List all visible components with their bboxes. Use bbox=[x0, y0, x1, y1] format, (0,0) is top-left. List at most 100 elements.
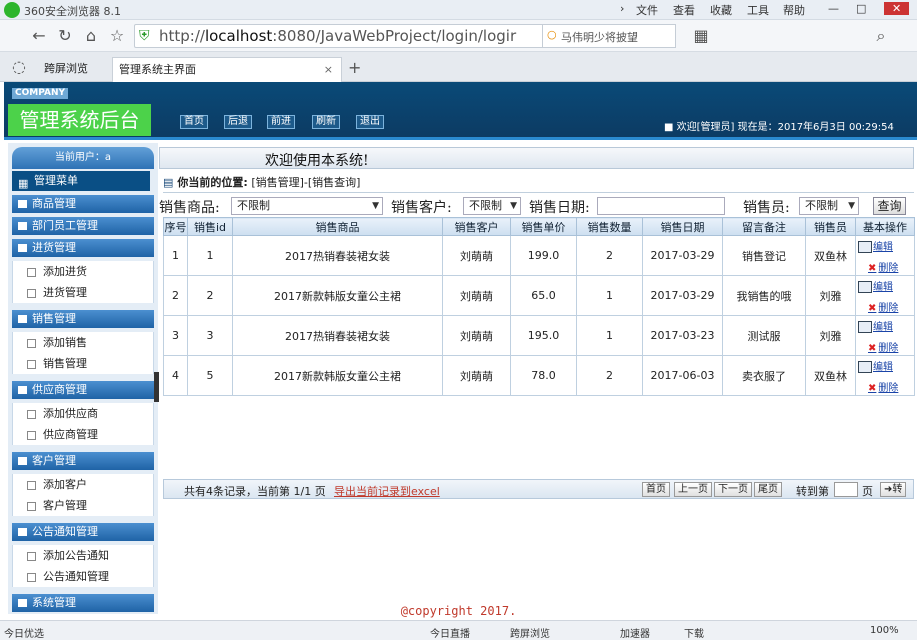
edit-link[interactable]: 编辑 bbox=[858, 238, 893, 253]
status-live[interactable]: 今日直播 bbox=[430, 625, 470, 640]
table-cell: 3 bbox=[187, 315, 233, 356]
close-window-icon[interactable]: ✕ bbox=[884, 2, 910, 15]
status-split[interactable]: 跨屏浏览 bbox=[510, 625, 550, 640]
sidebar-group[interactable]: 销售管理 bbox=[12, 310, 154, 328]
delete-icon: ✖ bbox=[868, 303, 877, 314]
url-text: http://localhost:8080/JavaWebProject/log… bbox=[159, 27, 517, 45]
tab-split-screen[interactable]: 跨屏浏览 bbox=[38, 57, 108, 82]
toolbar-back-button[interactable]: 后退 bbox=[224, 115, 252, 129]
table-row: 4 5 2017新款韩版女童公主裙 刘萌萌 78.0 2 2017-06-03 卖衣服了 双鱼林… bbox=[163, 355, 915, 396]
breadcrumb-path: [销售管理]-[销售查询] bbox=[251, 176, 361, 189]
sidebar-item[interactable]: 客户管理 bbox=[12, 495, 154, 516]
menu-favorites[interactable]: 收藏 bbox=[710, 2, 732, 18]
table-cell: 2017-03-29 bbox=[642, 275, 723, 316]
toolbar-home-button[interactable]: 首页 bbox=[180, 115, 208, 129]
search-button[interactable]: 查询 bbox=[873, 197, 906, 215]
shield-icon: ⛨ bbox=[139, 28, 150, 44]
table-cell: 1 bbox=[163, 235, 188, 276]
sidebar-group[interactable]: 供应商管理 bbox=[12, 381, 154, 399]
app-window: COMPANY 管理系统后台 首页 后退 前进 刷新 退出 ■ 欢迎[管理员] … bbox=[4, 82, 917, 614]
delete-icon: ✖ bbox=[868, 383, 877, 394]
table-cell: 2017新款韩版女童公主裙 bbox=[232, 275, 443, 316]
menu-arrow-icon[interactable]: › bbox=[620, 2, 624, 15]
filter-customer-select[interactable]: 不限制 ▼ bbox=[463, 197, 521, 215]
cloud-icon[interactable]: ◌ bbox=[8, 56, 30, 78]
delete-link[interactable]: ✖ 删除 bbox=[868, 259, 898, 274]
column-header: 基本操作 bbox=[855, 217, 915, 236]
sidebar-group[interactable]: 部门员工管理 bbox=[12, 217, 154, 235]
column-header: 销售单价 bbox=[510, 217, 577, 236]
sidebar-item[interactable]: 添加供应商 bbox=[12, 403, 154, 424]
goto-button[interactable]: ➜转 bbox=[880, 482, 907, 497]
first-page-button[interactable]: 首页 bbox=[642, 482, 670, 497]
extension-icon[interactable]: ▦ bbox=[690, 25, 712, 47]
search-icon[interactable]: ⌕ bbox=[870, 25, 892, 47]
sidebar-group[interactable]: 客户管理 bbox=[12, 452, 154, 470]
back-icon[interactable]: ← bbox=[28, 25, 50, 47]
new-tab-icon[interactable]: + bbox=[348, 58, 361, 77]
sidebar-item[interactable]: 添加进货 bbox=[12, 261, 154, 282]
table-cell: 2017-03-23 bbox=[642, 315, 723, 356]
sidebar-group[interactable]: 商品管理 bbox=[12, 195, 154, 213]
status-zoom[interactable]: 100% bbox=[870, 625, 899, 636]
filter-date-input[interactable] bbox=[597, 197, 725, 215]
next-page-button[interactable]: 下一页 bbox=[714, 482, 752, 497]
edit-link[interactable]: 编辑 bbox=[858, 318, 893, 333]
column-header: 销售日期 bbox=[642, 217, 723, 236]
reload-icon[interactable]: ↻ bbox=[54, 25, 76, 47]
search-text: 马伟明少将披望 bbox=[561, 31, 638, 44]
tab-close-icon[interactable]: × bbox=[324, 58, 333, 81]
filter-product-select[interactable]: 不限制 ▼ bbox=[231, 197, 383, 215]
status-download[interactable]: 下载 bbox=[684, 625, 704, 640]
status-accelerator[interactable]: 加速器 bbox=[620, 625, 650, 640]
toolbar-refresh-button[interactable]: 刷新 bbox=[312, 115, 340, 129]
browser-logo-icon bbox=[4, 2, 20, 18]
goto-page-input[interactable] bbox=[834, 482, 858, 497]
last-page-button[interactable]: 尾页 bbox=[754, 482, 782, 497]
welcome-status: ■ 欢迎[管理员] 现在是：2017年6月3日 00:29:54 bbox=[664, 122, 894, 133]
sidebar-item[interactable]: 添加公告通知 bbox=[12, 545, 154, 566]
star-icon[interactable]: ☆ bbox=[106, 25, 128, 47]
pager-summary: 共有4条记录，当前第 1/1 页 bbox=[184, 485, 326, 498]
table-cell: 刘雅 bbox=[805, 315, 856, 356]
operation-cell: 编辑 ✖ 删除 bbox=[855, 275, 915, 316]
search-box[interactable]: ○ 马伟明少将披望 bbox=[542, 24, 676, 48]
toolbar-forward-button[interactable]: 前进 bbox=[267, 115, 295, 129]
welcome-text: 欢迎使用本系统! bbox=[265, 153, 369, 169]
delete-link[interactable]: ✖ 删除 bbox=[868, 339, 898, 354]
sidebar-item[interactable]: 供应商管理 bbox=[12, 424, 154, 445]
table-cell: 刘雅 bbox=[805, 275, 856, 316]
home-icon[interactable]: ⌂ bbox=[80, 25, 102, 47]
sidebar-group[interactable]: 进货管理 bbox=[12, 239, 154, 257]
edit-link[interactable]: 编辑 bbox=[858, 358, 893, 373]
sidebar-item[interactable]: 添加客户 bbox=[12, 474, 154, 495]
operation-cell: 编辑 ✖ 删除 bbox=[855, 315, 915, 356]
tab-active[interactable]: 管理系统主界面 × bbox=[112, 57, 342, 82]
menu-file[interactable]: 文件 bbox=[636, 2, 658, 18]
edit-icon bbox=[858, 281, 872, 293]
table-cell: 195.0 bbox=[510, 315, 577, 356]
table-cell: 78.0 bbox=[510, 355, 577, 396]
menu-tools[interactable]: 工具 bbox=[747, 2, 769, 18]
sidebar-group[interactable]: 公告通知管理 bbox=[12, 523, 154, 541]
toolbar-logout-button[interactable]: 退出 bbox=[356, 115, 384, 129]
tab-active-label: 管理系统主界面 bbox=[119, 63, 196, 76]
minimize-icon[interactable]: — bbox=[828, 2, 839, 15]
sidebar-item[interactable]: 进货管理 bbox=[12, 282, 154, 303]
prev-page-button[interactable]: 上一页 bbox=[674, 482, 712, 497]
delete-link[interactable]: ✖ 删除 bbox=[868, 299, 898, 314]
sidebar-item[interactable]: 添加销售 bbox=[12, 332, 154, 353]
maximize-icon[interactable]: □ bbox=[856, 2, 866, 15]
table-cell: 65.0 bbox=[510, 275, 577, 316]
sidebar-item[interactable]: 销售管理 bbox=[12, 353, 154, 374]
table-cell: 双鱼林 bbox=[805, 235, 856, 276]
menu-help[interactable]: 帮助 bbox=[783, 2, 805, 18]
filter-seller-label: 销售员: bbox=[743, 200, 790, 216]
menu-view[interactable]: 查看 bbox=[673, 2, 695, 18]
filter-seller-select[interactable]: 不限制 ▼ bbox=[799, 197, 859, 215]
export-excel-link[interactable]: 导出当前记录到excel bbox=[334, 483, 440, 499]
edit-link[interactable]: 编辑 bbox=[858, 278, 893, 293]
status-left[interactable]: 今日优选 bbox=[4, 625, 44, 640]
sidebar-item[interactable]: 公告通知管理 bbox=[12, 566, 154, 587]
delete-link[interactable]: ✖ 删除 bbox=[868, 379, 898, 394]
